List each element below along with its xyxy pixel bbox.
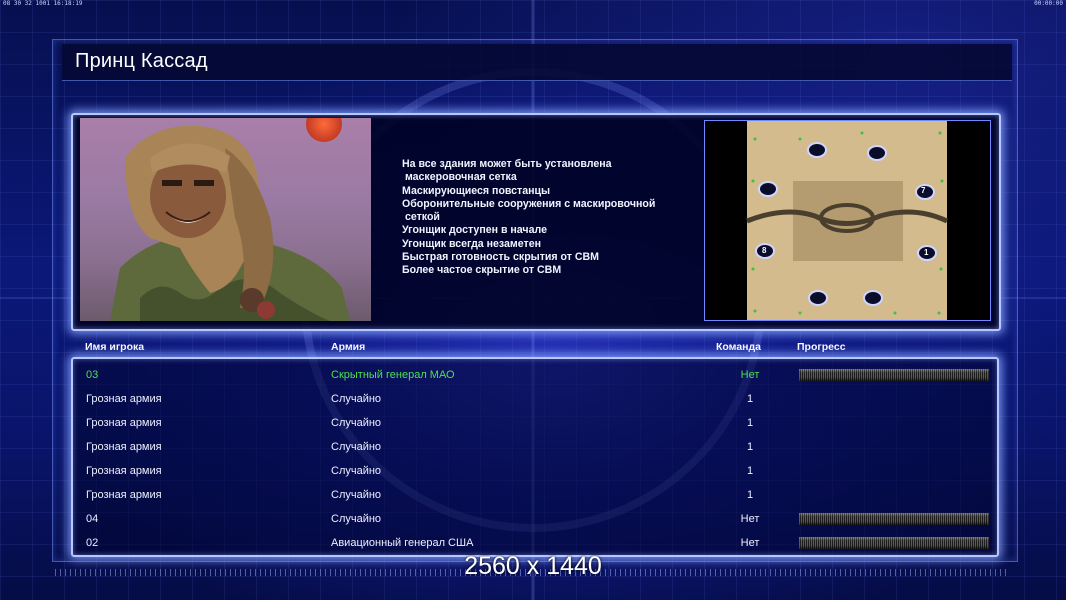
hud-clock-left: 08 30 32 1001 16:18:19	[3, 0, 83, 7]
feature-line: Быстрая готовность скрытия от СВМ	[402, 251, 600, 264]
general-features-list: На все здания может быть установлена мас…	[402, 158, 702, 278]
player-army: Случайно	[331, 465, 382, 477]
feature-line: Угонщик всегда незаметен	[402, 237, 542, 250]
player-name: Грозная армия	[86, 393, 162, 405]
general-title: Принц Кассад	[75, 50, 208, 72]
player-row: 03 Скрытный генерал МАО Нет	[73, 363, 997, 387]
player-name: Грозная армия	[86, 489, 162, 501]
player-row: Грозная армия Случайно 1	[73, 459, 997, 483]
player-progress-bar	[799, 513, 989, 525]
resolution-label: 2560 x 1440	[464, 552, 602, 580]
player-name: Грозная армия	[86, 441, 162, 453]
player-row: 04 Случайно Нет	[73, 507, 997, 531]
map-preview: 7 8 1	[704, 120, 991, 321]
feature-line: маскеровочная сетка	[402, 171, 517, 184]
player-team: 1	[746, 393, 754, 405]
player-army: Случайно	[331, 513, 382, 525]
player-team: Нет	[740, 513, 760, 525]
column-header-progress: Прогресс	[797, 341, 846, 353]
hud-clock-right: 00:00:00	[1034, 0, 1063, 7]
player-army: Авиационный генерал США	[331, 537, 474, 549]
player-progress-bar	[799, 369, 989, 381]
general-portrait	[80, 118, 371, 321]
map-start-label: 7	[921, 186, 926, 195]
player-name: Грозная армия	[86, 465, 162, 477]
player-progress-bar	[799, 537, 989, 549]
feature-line: Оборонительные сооружения с маскировочно…	[402, 197, 656, 210]
player-row: Грозная армия Случайно 1	[73, 483, 997, 507]
feature-line: Маскирующиеся повстанцы	[402, 184, 551, 197]
map-start-label: 1	[924, 248, 929, 257]
player-team: 1	[746, 465, 754, 477]
players-table: 03 Скрытный генерал МАО Нет Грозная арми…	[71, 357, 999, 557]
player-army: Случайно	[331, 489, 382, 501]
player-team: 1	[746, 489, 754, 501]
column-header-player-name: Имя игрока	[85, 341, 145, 353]
player-name: 04	[86, 513, 99, 525]
player-team: Нет	[740, 369, 760, 381]
player-army: Случайно	[331, 417, 382, 429]
column-header-team: Команда	[716, 341, 761, 353]
player-row: Грозная армия Случайно 1	[73, 435, 997, 459]
player-team: 1	[746, 441, 754, 453]
player-name: 02	[86, 537, 99, 549]
feature-line: Угонщик доступен в начале	[402, 224, 547, 237]
column-header-army: Армия	[331, 341, 366, 353]
feature-line: На все здания может быть установлена	[402, 158, 612, 170]
feature-line: сеткой	[402, 211, 440, 224]
map-start-label: 8	[762, 246, 767, 255]
player-row: Грозная армия Случайно 1	[73, 411, 997, 435]
player-name: Грозная армия	[86, 417, 162, 429]
player-team: Нет	[740, 537, 760, 549]
player-army: Скрытный генерал МАО	[331, 369, 455, 381]
player-army: Случайно	[331, 393, 382, 405]
player-army: Случайно	[331, 441, 382, 453]
player-name: 03	[86, 369, 99, 381]
feature-line: Более частое скрытие от СВМ	[402, 264, 562, 277]
player-team: 1	[746, 417, 754, 429]
player-row: Грозная армия Случайно 1	[73, 387, 997, 411]
